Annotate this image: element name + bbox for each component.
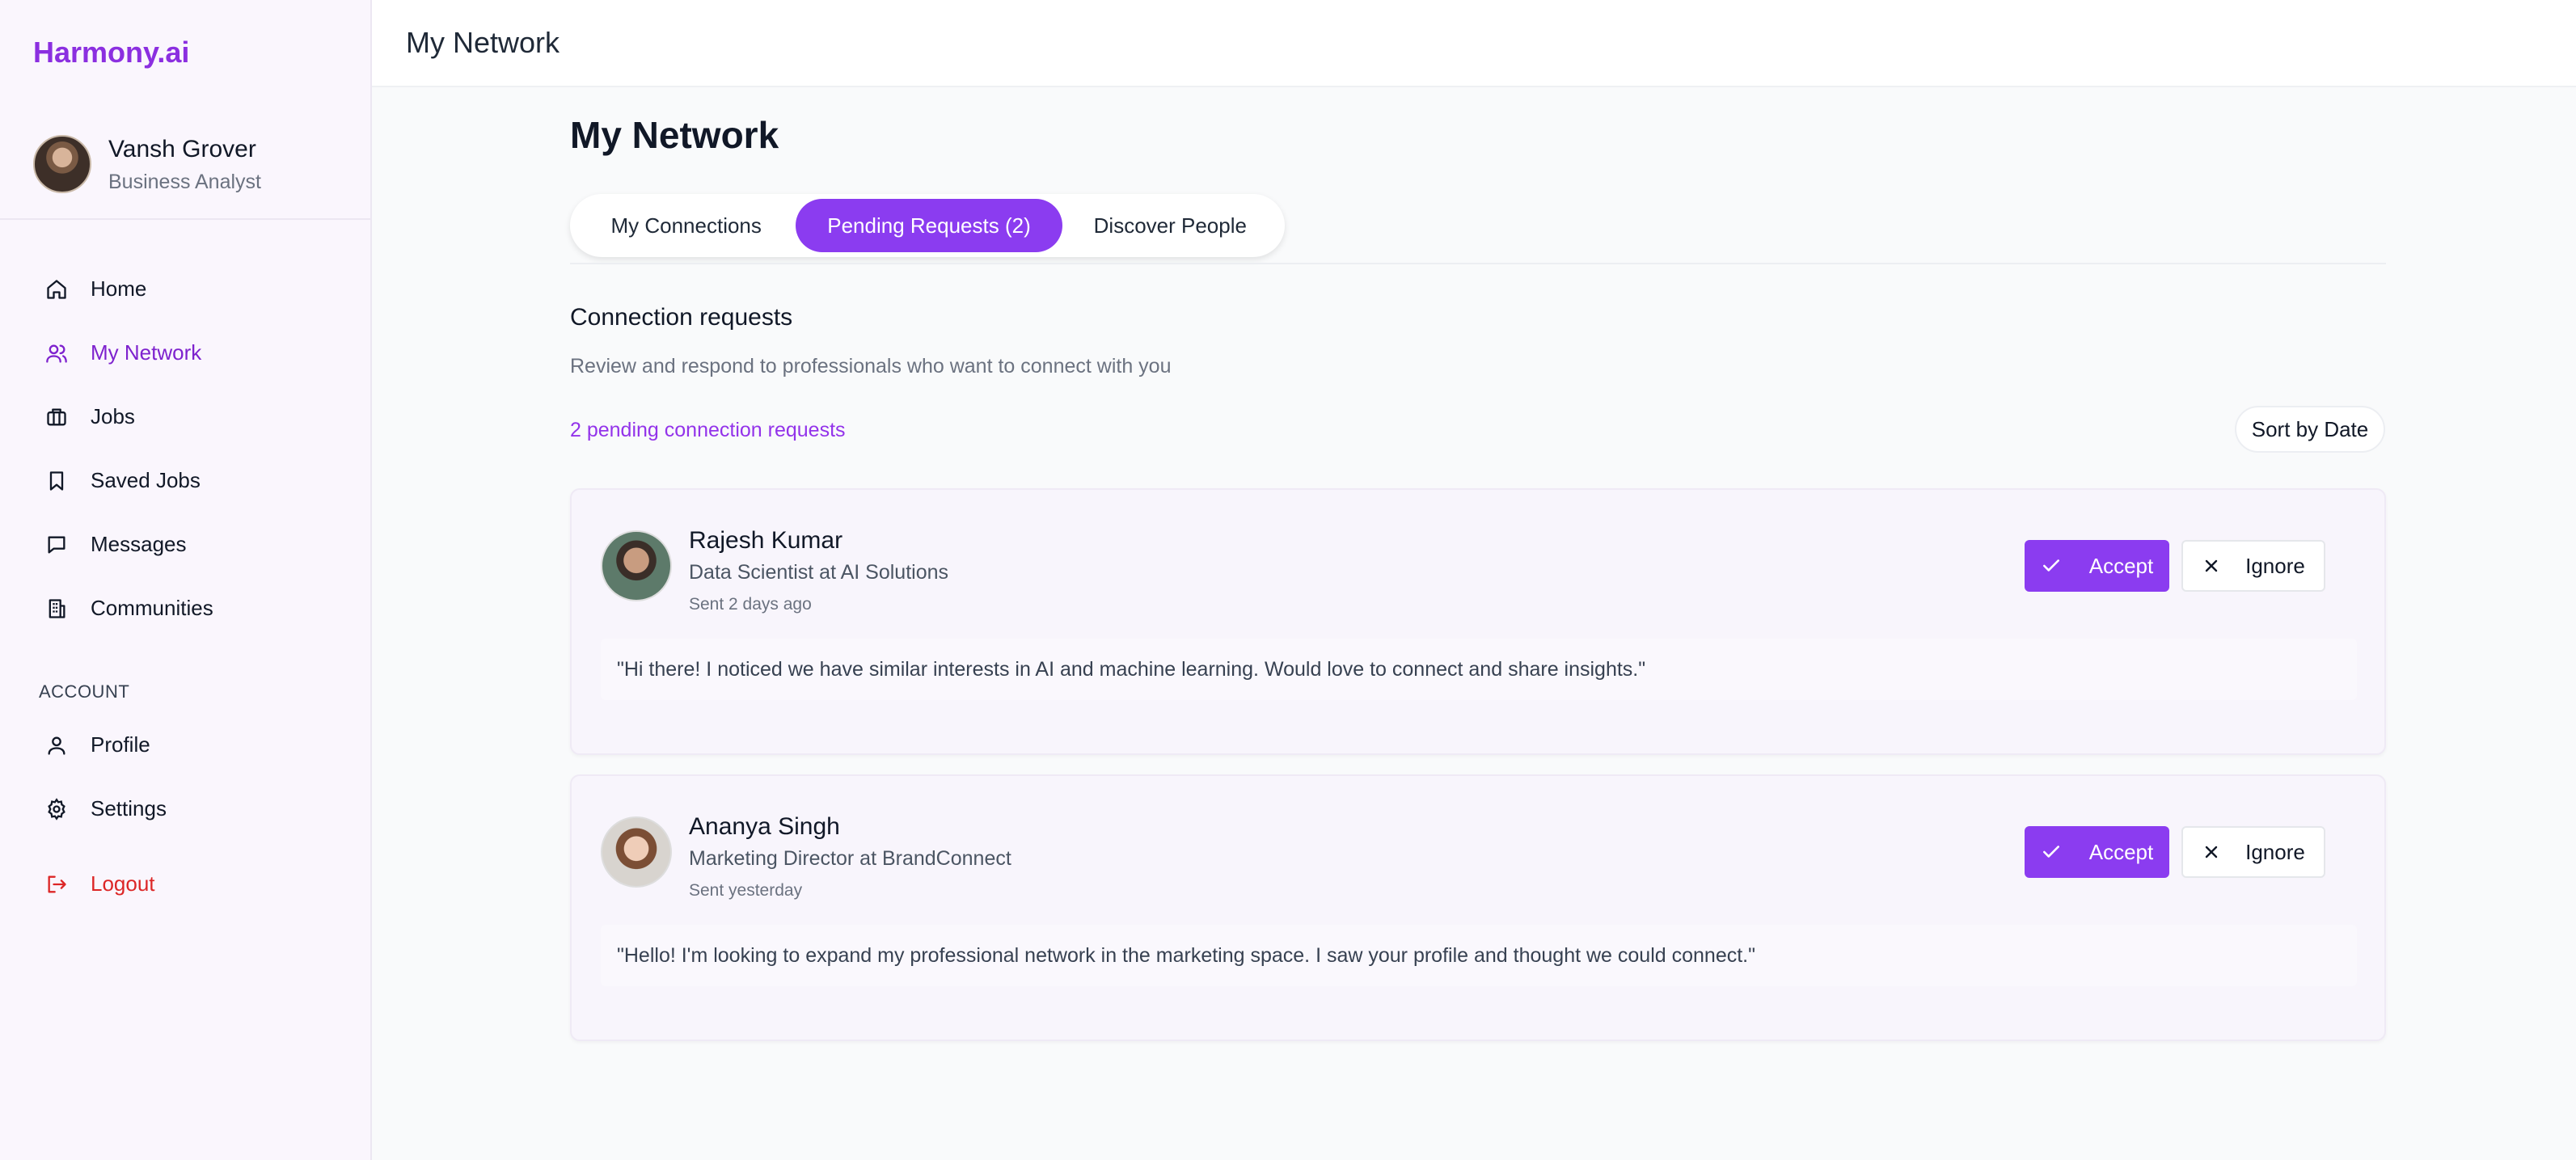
sidebar-item-my-network[interactable]: My Network	[0, 321, 370, 385]
logout-button[interactable]: Logout	[0, 852, 370, 916]
ignore-label: Ignore	[2245, 553, 2305, 578]
ignore-button[interactable]: Ignore	[2181, 540, 2325, 592]
sidebar-item-home[interactable]: Home	[0, 257, 370, 321]
avatar[interactable]	[601, 816, 672, 888]
user-role: Business Analyst	[108, 171, 261, 193]
sidebar-item-saved-jobs[interactable]: Saved Jobs	[0, 449, 370, 513]
app-root: Harmony.ai Vansh Grover Business Analyst…	[0, 0, 2576, 1160]
sidebar-item-label: Home	[91, 276, 147, 301]
ignore-button[interactable]: Ignore	[2181, 826, 2325, 878]
sidebar-item-label: Jobs	[91, 404, 135, 428]
close-icon	[2205, 846, 2218, 858]
close-icon	[2205, 559, 2218, 572]
topbar-title: My Network	[406, 26, 560, 59]
section-description: Review and respond to professionals who …	[570, 355, 1172, 378]
sidebar-item-label: Saved Jobs	[91, 468, 201, 492]
main-content: My Network My Network My Connections Pen…	[372, 0, 2576, 1160]
briefcase-icon	[45, 406, 68, 428]
pending-count-text: 2 pending connection requests	[570, 419, 846, 441]
user-icon	[45, 734, 68, 757]
request-message: "Hello! I'm looking to expand my profess…	[601, 925, 2357, 986]
divider	[570, 263, 2386, 264]
tab-my-connections[interactable]: My Connections	[576, 199, 796, 252]
request-sent-time: Sent 2 days ago	[689, 595, 812, 614]
bookmark-icon	[45, 470, 68, 492]
sidebar-item-profile[interactable]: Profile	[0, 713, 370, 777]
tab-pending-requests[interactable]: Pending Requests (2)	[796, 199, 1062, 252]
request-message: "Hi there! I noticed we have similar int…	[601, 639, 2357, 700]
top-bar: My Network	[372, 0, 2576, 87]
users-icon	[45, 342, 68, 365]
sidebar-item-label: Communities	[91, 596, 213, 620]
account-nav: Profile Settings	[0, 713, 370, 841]
sidebar-item-settings[interactable]: Settings	[0, 777, 370, 841]
sidebar-item-label: Settings	[91, 796, 167, 820]
account-section-label: ACCOUNT	[39, 681, 130, 702]
requester-name[interactable]: Ananya Singh	[689, 813, 840, 841]
logout-icon	[45, 873, 68, 896]
sort-button[interactable]: Sort by Date	[2235, 406, 2385, 453]
ignore-label: Ignore	[2245, 839, 2305, 864]
sidebar-item-label: Messages	[91, 532, 187, 556]
check-icon	[2042, 846, 2059, 858]
request-card: Rajesh Kumar Data Scientist at AI Soluti…	[570, 488, 2386, 755]
sidebar-item-messages[interactable]: Messages	[0, 513, 370, 576]
accept-label: Accept	[2088, 839, 2154, 864]
section-title: Connection requests	[570, 304, 793, 331]
logout-container: Logout	[0, 852, 370, 916]
user-name: Vansh Grover	[108, 136, 256, 162]
user-profile-block[interactable]: Vansh Grover Business Analyst	[0, 121, 370, 220]
page-title: My Network	[570, 114, 779, 156]
requester-role: Data Scientist at AI Solutions	[689, 561, 949, 584]
requester-name[interactable]: Rajesh Kumar	[689, 527, 842, 555]
brand-logo[interactable]: Harmony.ai	[33, 36, 189, 70]
sidebar-item-communities[interactable]: Communities	[0, 576, 370, 640]
accept-button[interactable]: Accept	[2025, 540, 2169, 592]
network-tabs: My Connections Pending Requests (2) Disc…	[570, 194, 1285, 257]
message-icon	[45, 534, 68, 556]
home-icon	[45, 278, 68, 301]
sidebar-item-label: My Network	[91, 340, 202, 365]
request-sent-time: Sent yesterday	[689, 881, 803, 900]
tab-discover-people[interactable]: Discover People	[1062, 199, 1278, 252]
logout-label: Logout	[91, 871, 155, 896]
sidebar-item-jobs[interactable]: Jobs	[0, 385, 370, 449]
check-icon	[2042, 559, 2059, 572]
sidebar: Harmony.ai Vansh Grover Business Analyst…	[0, 0, 372, 1160]
requester-role: Marketing Director at BrandConnect	[689, 847, 1011, 870]
accept-label: Accept	[2088, 553, 2154, 578]
sidebar-nav: Home My Network Jobs Saved Jobs Messages…	[0, 257, 370, 640]
sidebar-item-label: Profile	[91, 732, 150, 757]
accept-button[interactable]: Accept	[2025, 826, 2169, 878]
building-icon	[45, 597, 68, 620]
request-card: Ananya Singh Marketing Director at Brand…	[570, 774, 2386, 1041]
avatar[interactable]	[601, 530, 672, 601]
avatar[interactable]	[33, 135, 91, 193]
gear-icon	[45, 797, 68, 820]
